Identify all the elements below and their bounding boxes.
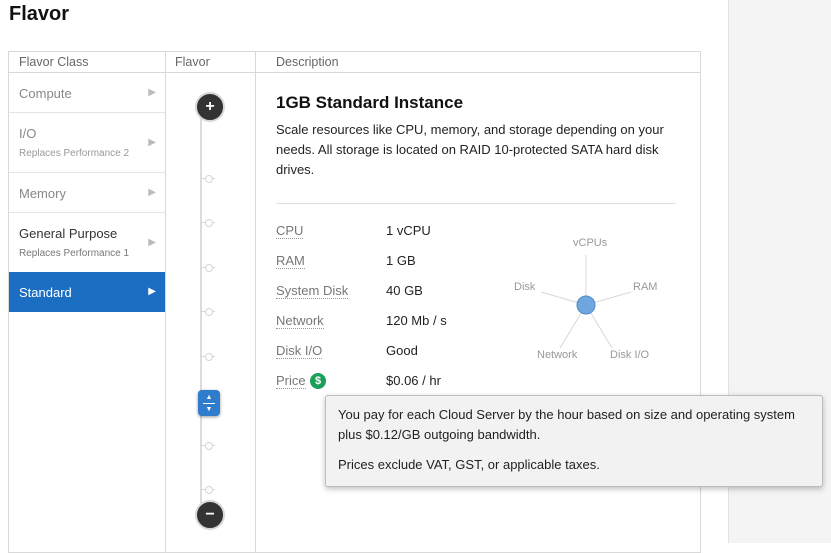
flavor-class-label: I/O bbox=[19, 126, 37, 141]
spec-value-disk-io: Good bbox=[386, 343, 418, 358]
column-divider bbox=[255, 52, 256, 552]
chevron-right-icon: ▶ bbox=[148, 286, 156, 297]
flavor-class-sublabel: Replaces Performance 2 bbox=[19, 148, 130, 159]
page-title: Flavor bbox=[9, 3, 70, 25]
tooltip-pricing-text: You pay for each Cloud Server by the hou… bbox=[338, 407, 795, 442]
column-header-flavor-label: Flavor bbox=[175, 55, 210, 69]
spec-value-ram: 1 GB bbox=[386, 253, 416, 268]
spec-label-ram: RAM bbox=[276, 253, 305, 269]
spec-label-system-disk: System Disk bbox=[276, 283, 349, 299]
spec-value-network: 120 Mb / s bbox=[386, 313, 447, 328]
up-down-arrows-icon: ▲ ▼ bbox=[198, 390, 220, 414]
radar-label-ram: RAM bbox=[633, 281, 658, 293]
radar-label-network: Network bbox=[537, 349, 578, 361]
flavor-class-label: Compute bbox=[19, 86, 72, 101]
flavor-class-label: Memory bbox=[19, 186, 66, 201]
flavor-class-sublabel: Replaces Performance 1 bbox=[19, 248, 130, 259]
flavor-slider-handle[interactable]: ▲ ▼ bbox=[198, 390, 220, 416]
slider-tick[interactable] bbox=[201, 353, 215, 361]
plus-icon: + bbox=[205, 98, 215, 115]
column-header-description-label: Description bbox=[276, 55, 339, 69]
spec-label-network: Network bbox=[276, 313, 324, 329]
price-tooltip: You pay for each Cloud Server by the hou… bbox=[325, 395, 823, 487]
spec-value-price: $0.06 / hr bbox=[386, 373, 441, 388]
column-header-flavor-class: Flavor Class bbox=[9, 52, 165, 73]
chevron-right-icon: ▶ bbox=[148, 187, 156, 198]
flavor-class-label: General Purpose bbox=[19, 226, 118, 241]
column-header-description: Description bbox=[256, 52, 700, 73]
spec-value-system-disk: 40 GB bbox=[386, 283, 423, 298]
radar-label-vcpus: vCPUs bbox=[573, 237, 608, 249]
price-info-icon[interactable]: $ bbox=[310, 373, 326, 389]
radar-value-point bbox=[576, 295, 596, 315]
chevron-right-icon: ▶ bbox=[148, 137, 156, 148]
flavor-title: 1GB Standard Instance bbox=[276, 93, 464, 112]
increase-flavor-button[interactable]: + bbox=[195, 92, 225, 122]
tooltip-tax-text: Prices exclude VAT, GST, or applicable t… bbox=[338, 457, 600, 472]
slider-tick[interactable] bbox=[201, 486, 215, 494]
flavor-class-memory[interactable]: Memory ▶ bbox=[9, 173, 165, 213]
column-header-flavor-class-label: Flavor Class bbox=[19, 55, 89, 69]
spec-label-price: Price bbox=[276, 373, 306, 389]
divider bbox=[276, 203, 676, 204]
radar-label-disk-io: Disk I/O bbox=[610, 349, 650, 361]
flavor-description: Scale resources like CPU, memory, and st… bbox=[276, 122, 664, 177]
column-header-flavor: Flavor bbox=[166, 52, 255, 73]
spec-label-cpu: CPU bbox=[276, 223, 304, 239]
flavor-class-standard[interactable]: Standard ▶ bbox=[9, 272, 165, 312]
flavor-class-io[interactable]: I/O Replaces Performance 2 ▶ bbox=[9, 113, 165, 173]
slider-tick[interactable] bbox=[201, 219, 215, 227]
resource-radar-chart bbox=[540, 255, 632, 349]
slider-tick[interactable] bbox=[201, 175, 215, 183]
flavor-class-general-purpose[interactable]: General Purpose Replaces Performance 1 ▶ bbox=[9, 213, 165, 273]
column-divider bbox=[165, 52, 166, 552]
chevron-right-icon: ▶ bbox=[148, 237, 156, 248]
slider-tick[interactable] bbox=[201, 442, 215, 450]
slider-tick[interactable] bbox=[201, 264, 215, 272]
flavor-class-compute[interactable]: Compute ▶ bbox=[9, 73, 165, 113]
spec-value-cpu: 1 vCPU bbox=[386, 223, 431, 238]
radar-label-disk: Disk bbox=[514, 281, 536, 293]
decrease-flavor-button[interactable]: − bbox=[195, 500, 225, 530]
spec-label-disk-io: Disk I/O bbox=[276, 343, 323, 359]
minus-icon: − bbox=[205, 506, 215, 523]
slider-tick[interactable] bbox=[201, 308, 215, 316]
flavor-class-label: Standard bbox=[19, 285, 72, 300]
chevron-right-icon: ▶ bbox=[148, 87, 156, 98]
